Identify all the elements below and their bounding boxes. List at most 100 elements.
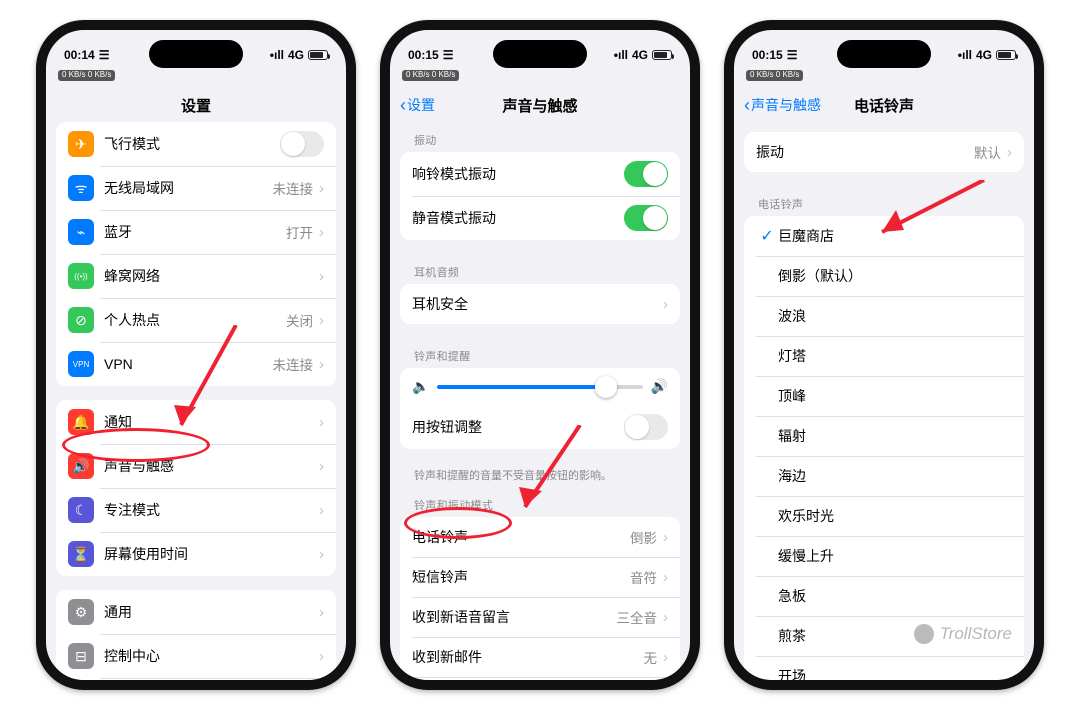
vpn-icon: VPN	[68, 351, 94, 377]
row-change-with-buttons[interactable]: 用按钮调整	[400, 405, 680, 449]
chevron-right-icon: ›	[319, 648, 324, 665]
dynamic-island	[837, 40, 931, 68]
page-title: 声音与触感	[502, 95, 577, 116]
sounds-scroll[interactable]: 振动 响铃模式振动 静音模式振动 耳机音频 耳机安全 › 铃声和提醒 🔈 🔊	[390, 122, 690, 680]
chevron-right-icon: ›	[1007, 144, 1012, 161]
row-silent-vibrate[interactable]: 静音模式振动	[400, 196, 680, 240]
ringtone-item[interactable]: ✓ 巨魔商店	[744, 216, 1024, 256]
chevron-right-icon: ›	[319, 502, 324, 519]
speed-badge: 0 KB/s 0 KB/s	[402, 70, 459, 81]
chevron-right-icon: ›	[319, 224, 324, 241]
header: ‹声音与触感 电话铃声	[734, 88, 1034, 122]
section-header: 电话铃声	[734, 186, 1034, 216]
watermark: TrollStore	[914, 624, 1012, 644]
ringtone-item[interactable]: 缓慢上升	[744, 536, 1024, 576]
chevron-right-icon: ›	[319, 604, 324, 621]
chevron-right-icon: ›	[319, 268, 324, 285]
group-headphone: 耳机安全 ›	[400, 284, 680, 324]
row-notifications[interactable]: 🔔 通知 ›	[56, 400, 336, 444]
chevron-right-icon: ›	[319, 356, 324, 373]
status-time: 00:15	[752, 48, 783, 62]
row-airplane-mode[interactable]: ✈ 飞行模式	[56, 122, 336, 166]
dynamic-island	[493, 40, 587, 68]
row-control-center[interactable]: ⊟ 控制中心 ›	[56, 634, 336, 678]
network-label: 4G	[976, 48, 992, 62]
chevron-right-icon: ›	[663, 569, 668, 586]
airplane-icon: ✈	[68, 131, 94, 157]
phone-3: 00:15 ☰ •ıll 4G 0 KB/s 0 KB/s ‹声音与触感 电话铃…	[724, 20, 1044, 690]
row-vpn[interactable]: VPN VPN 未连接 ›	[56, 342, 336, 386]
status-time: 00:14	[64, 48, 95, 62]
change-with-buttons-toggle[interactable]	[624, 414, 668, 440]
ringtone-item[interactable]: 灯塔	[744, 336, 1024, 376]
row-screen-time[interactable]: ⏳ 屏幕使用时间 ›	[56, 532, 336, 576]
volume-low-icon: 🔈	[412, 378, 429, 395]
row-new-mail-tone[interactable]: 收到新邮件 无 ›	[400, 637, 680, 677]
status-time: 00:15	[408, 48, 439, 62]
battery-icon	[996, 50, 1016, 60]
group-vibration: 振动 默认 ›	[744, 132, 1024, 172]
group-ringer-alerts: 🔈 🔊 用按钮调整	[400, 368, 680, 449]
row-display-brightness[interactable]: AA 显示与亮度 ›	[56, 678, 336, 680]
group-ringtones: ✓ 巨魔商店 倒影（默认） 波浪 灯塔 顶峰 辐射 海边 欢乐时光 缓慢上升 急…	[744, 216, 1024, 680]
row-wifi[interactable]: ᯤ 无线局域网 未连接 ›	[56, 166, 336, 210]
ring-vibrate-toggle[interactable]	[624, 161, 668, 187]
back-button[interactable]: ‹声音与触感	[744, 95, 821, 116]
settings-scroll[interactable]: ✈ 飞行模式 ᯤ 无线局域网 未连接 › ⌁ 蓝牙 打开 › ((•)) 蜂窝网…	[46, 122, 346, 680]
row-volume-slider[interactable]: 🔈 🔊	[400, 368, 680, 405]
phone-1: 00:14 ☰ •ıll 4G 0 KB/s 0 KB/s 设置 ✈ 飞行模式 …	[36, 20, 356, 690]
row-voicemail-tone[interactable]: 收到新语音留言 三全音 ›	[400, 597, 680, 637]
chevron-right-icon: ›	[663, 296, 668, 313]
ringtone-item[interactable]: 急板	[744, 576, 1024, 616]
header: 设置	[46, 88, 346, 122]
chevron-left-icon: ‹	[744, 95, 750, 116]
group-connectivity: ✈ 飞行模式 ᯤ 无线局域网 未连接 › ⌁ 蓝牙 打开 › ((•)) 蜂窝网…	[56, 122, 336, 386]
section-header: 耳机音频	[390, 254, 690, 284]
section-header: 铃声和振动模式	[390, 487, 690, 517]
group-general: ⚙ 通用 › ⊟ 控制中心 › AA 显示与亮度 › ▦ 主屏幕 ›	[56, 590, 336, 680]
speed-badge: 0 KB/s 0 KB/s	[746, 70, 803, 81]
ringtone-item[interactable]: 海边	[744, 456, 1024, 496]
row-ring-vibrate[interactable]: 响铃模式振动	[400, 152, 680, 196]
hotspot-icon: ⊘	[68, 307, 94, 333]
toggles-icon: ⊟	[68, 643, 94, 669]
ringtone-scroll[interactable]: 振动 默认 › 电话铃声 ✓ 巨魔商店 倒影（默认） 波浪 灯塔 顶峰 辐射 海…	[734, 122, 1034, 680]
back-button[interactable]: ‹设置	[400, 95, 435, 116]
battery-icon	[308, 50, 328, 60]
section-header: 振动	[390, 122, 690, 152]
group-sound-patterns: 电话铃声 倒影 › 短信铃声 音符 › 收到新语音留言 三全音 › 收到新邮件 …	[400, 517, 680, 680]
section-header: 铃声和提醒	[390, 338, 690, 368]
ringtone-item[interactable]: 波浪	[744, 296, 1024, 336]
row-hotspot[interactable]: ⊘ 个人热点 关闭 ›	[56, 298, 336, 342]
hourglass-icon: ⏳	[68, 541, 94, 567]
row-general[interactable]: ⚙ 通用 ›	[56, 590, 336, 634]
row-cellular[interactable]: ((•)) 蜂窝网络 ›	[56, 254, 336, 298]
row-phone-ringtone[interactable]: 电话铃声 倒影 ›	[400, 517, 680, 557]
network-label: 4G	[288, 48, 304, 62]
row-vibration[interactable]: 振动 默认 ›	[744, 132, 1024, 172]
header: ‹设置 声音与触感	[390, 88, 690, 122]
ringtone-item[interactable]: 倒影（默认）	[744, 256, 1024, 296]
row-focus[interactable]: ☾ 专注模式 ›	[56, 488, 336, 532]
dynamic-island	[149, 40, 243, 68]
row-sms-tone[interactable]: 短信铃声 音符 ›	[400, 557, 680, 597]
row-headphone-safety[interactable]: 耳机安全 ›	[400, 284, 680, 324]
volume-slider[interactable]	[437, 385, 642, 389]
row-bluetooth[interactable]: ⌁ 蓝牙 打开 ›	[56, 210, 336, 254]
phone-2: 00:15 ☰ •ıll 4G 0 KB/s 0 KB/s ‹设置 声音与触感 …	[380, 20, 700, 690]
silent-vibrate-toggle[interactable]	[624, 205, 668, 231]
chevron-left-icon: ‹	[400, 95, 406, 116]
row-sounds-haptics[interactable]: 🔊 声音与触感 ›	[56, 444, 336, 488]
ringtone-item[interactable]: 辐射	[744, 416, 1024, 456]
page-title: 设置	[181, 95, 211, 116]
ringtone-item[interactable]: 欢乐时光	[744, 496, 1024, 536]
moon-icon: ☾	[68, 497, 94, 523]
row-sent-mail-tone[interactable]: 发送邮件 嗖 ›	[400, 677, 680, 680]
battery-icon	[652, 50, 672, 60]
airplane-toggle[interactable]	[280, 131, 324, 157]
page-title: 电话铃声	[854, 95, 914, 116]
chevron-right-icon: ›	[663, 609, 668, 626]
ringtone-item[interactable]: 开场	[744, 656, 1024, 680]
ringtone-item[interactable]: 顶峰	[744, 376, 1024, 416]
speaker-icon: 🔊	[68, 453, 94, 479]
